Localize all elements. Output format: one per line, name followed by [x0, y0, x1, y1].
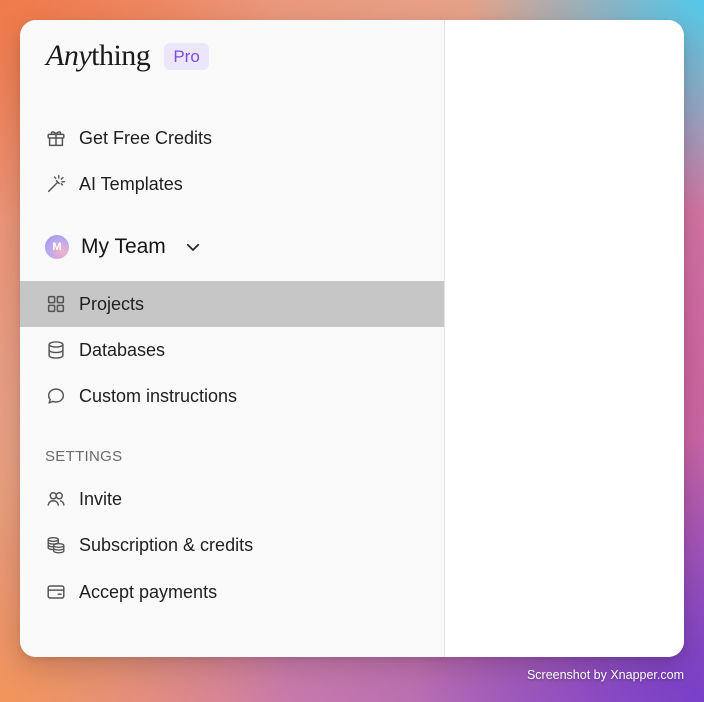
sidebar-item-projects[interactable]: Projects: [20, 281, 444, 327]
settings-section-heading: SETTINGS: [45, 448, 123, 465]
sidebar-item-label: Invite: [79, 488, 123, 509]
get-free-credits-link[interactable]: Get Free Credits: [20, 115, 444, 161]
sidebar-item-invite[interactable]: Invite: [20, 476, 444, 522]
gift-icon: [45, 127, 67, 149]
sidebar-item-label: Accept payments: [79, 581, 218, 602]
ai-templates-label: AI Templates: [79, 173, 183, 194]
team-switcher[interactable]: M My Team: [45, 231, 202, 263]
team-avatar: M: [45, 235, 69, 259]
sidebar-item-label: Projects: [79, 293, 145, 314]
team-name: My Team: [81, 235, 166, 258]
sidebar-item-label: Subscription & credits: [79, 534, 254, 555]
database-icon: [45, 339, 67, 361]
chevron-down-icon: [184, 238, 202, 256]
sidebar-item-label: Databases: [79, 339, 166, 360]
sidebar-item-accept-payments[interactable]: Accept payments: [20, 569, 444, 615]
chat-bubble-icon: [45, 385, 67, 407]
get-free-credits-label: Get Free Credits: [79, 127, 213, 148]
pro-badge: Pro: [164, 42, 209, 70]
brand[interactable]: Anything Pro: [46, 36, 209, 76]
anything-logo: Anything: [46, 39, 151, 72]
sidebar: Anything Pro Get Free Credits AI Templat…: [20, 20, 445, 657]
grid-icon: [45, 293, 67, 315]
app-window: Anything Pro Get Free Credits AI Templat…: [20, 20, 684, 657]
magic-wand-icon: [45, 173, 67, 195]
sidebar-item-label: Custom instructions: [79, 385, 238, 406]
sidebar-item-databases[interactable]: Databases: [20, 327, 444, 373]
main-content: [445, 20, 684, 657]
sidebar-item-custom-instructions[interactable]: Custom instructions: [20, 373, 444, 419]
screenshot-credit: Screenshot by Xnapper.com: [526, 668, 684, 682]
sidebar-item-subscription[interactable]: Subscription & credits: [20, 522, 444, 568]
ai-templates-link[interactable]: AI Templates: [20, 161, 444, 207]
coins-icon: [45, 534, 67, 556]
users-icon: [45, 488, 67, 510]
credit-card-icon: [45, 581, 67, 603]
